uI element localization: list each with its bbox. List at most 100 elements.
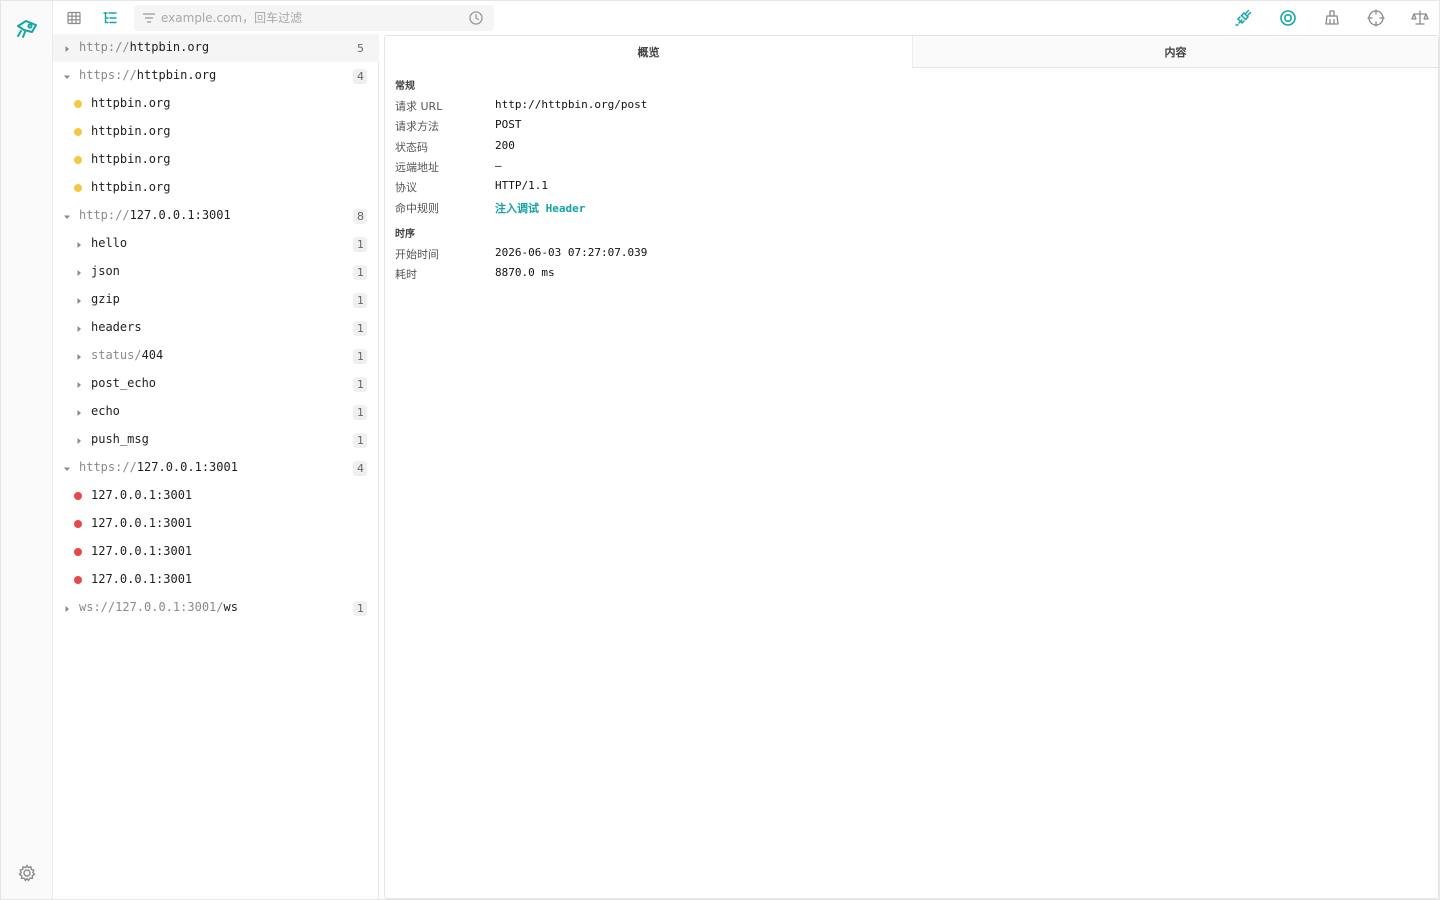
tree-label: ws://127.0.0.1:3001/ws bbox=[79, 600, 238, 614]
tree-path[interactable]: hello 1 bbox=[53, 230, 379, 258]
caret-down-icon[interactable] bbox=[62, 463, 72, 473]
field-value: – bbox=[495, 158, 502, 172]
caret-right-icon[interactable] bbox=[74, 239, 84, 249]
tree-path-name: json bbox=[91, 264, 120, 278]
field-label: 远端地址 bbox=[395, 160, 439, 174]
tree-scheme: ws:// bbox=[79, 600, 116, 614]
status-dot-red bbox=[74, 492, 82, 500]
tree-host: 127.0.0.1:3001 bbox=[129, 208, 231, 222]
tree-leaf[interactable]: 127.0.0.1:3001 bbox=[53, 510, 379, 538]
tree-label: post_echo bbox=[91, 376, 156, 390]
tree-path[interactable]: json 1 bbox=[53, 258, 379, 286]
tree-path[interactable]: gzip 1 bbox=[53, 286, 379, 314]
tree-path-name: echo bbox=[91, 404, 120, 418]
tree-leaf[interactable]: 127.0.0.1:3001 bbox=[53, 566, 379, 594]
tree-host: httpbin.org bbox=[136, 68, 217, 82]
filter-box bbox=[134, 5, 494, 31]
tree-leaf[interactable]: httpbin.org bbox=[53, 118, 379, 146]
status-dot-red bbox=[74, 520, 82, 528]
status-dot-red bbox=[74, 548, 82, 556]
table-view-icon[interactable] bbox=[64, 8, 84, 28]
caret-right-icon[interactable] bbox=[62, 603, 72, 613]
matched-rule-link[interactable]: 注入调试 Header bbox=[495, 200, 585, 216]
detail-panel: 概览 内容 常规请求 URL http://httpbin.org/post 请求方… bbox=[384, 35, 1439, 899]
tree-label: status/404 bbox=[91, 348, 163, 362]
count-badge: 1 bbox=[353, 405, 367, 420]
tree-group[interactable]: https://127.0.0.1:3001 4 bbox=[53, 454, 379, 482]
field-label: 请求 URL bbox=[395, 100, 443, 113]
detail-tabs: 概览 内容 bbox=[385, 36, 1438, 68]
tab-content[interactable]: 内容 bbox=[912, 36, 1438, 68]
record-icon[interactable] bbox=[1278, 8, 1298, 28]
tree-group[interactable]: https://httpbin.org 4 bbox=[53, 62, 379, 90]
tree-path[interactable]: headers 1 bbox=[53, 314, 379, 342]
tree-leaf[interactable]: httpbin.org bbox=[53, 146, 379, 174]
tree-path[interactable]: status/404 1 bbox=[53, 342, 379, 370]
count-badge: 1 bbox=[353, 377, 367, 392]
tree-label: echo bbox=[91, 404, 120, 418]
caret-down-icon[interactable] bbox=[62, 211, 72, 221]
count-badge: 1 bbox=[353, 433, 367, 448]
field-label: 状态码 bbox=[395, 140, 428, 154]
field-value: 200 bbox=[495, 138, 515, 152]
tree-path[interactable]: post_echo 1 bbox=[53, 370, 379, 398]
caret-right-icon[interactable] bbox=[62, 43, 72, 53]
tree-label: gzip bbox=[91, 292, 120, 306]
filter-icon bbox=[141, 10, 157, 26]
field-value: http://httpbin.org/post bbox=[495, 98, 648, 111]
caret-right-icon[interactable] bbox=[74, 435, 84, 445]
tree-label: 127.0.0.1:3001 bbox=[91, 544, 193, 558]
tree-label: push_msg bbox=[91, 432, 149, 446]
count-badge: 1 bbox=[353, 321, 367, 336]
tree-group[interactable]: http://127.0.0.1:3001 8 bbox=[53, 202, 379, 230]
field-label: 命中规则 bbox=[395, 201, 439, 215]
crosshair-icon[interactable] bbox=[1366, 8, 1386, 28]
tree-scheme: http:// bbox=[79, 40, 130, 54]
status-dot-yellow bbox=[74, 184, 82, 192]
count-badge: 4 bbox=[353, 461, 367, 476]
timing-section-title: 时序 bbox=[395, 229, 415, 240]
field-label: 请求方法 bbox=[395, 120, 439, 134]
caret-right-icon[interactable] bbox=[74, 379, 84, 389]
tree-path-name: hello bbox=[91, 236, 128, 250]
scale-icon[interactable] bbox=[1410, 8, 1430, 28]
field-value: HTTP/1.1 bbox=[495, 179, 548, 193]
tree-path[interactable]: push_msg 1 bbox=[53, 426, 379, 454]
tree-path-name: gzip bbox=[91, 292, 120, 306]
field-label: 耗时 bbox=[395, 268, 417, 282]
history-icon[interactable] bbox=[468, 10, 484, 26]
tree-view-icon[interactable] bbox=[100, 8, 120, 28]
broom-icon[interactable] bbox=[1322, 8, 1342, 28]
tree-leaf[interactable]: 127.0.0.1:3001 bbox=[53, 538, 379, 566]
caret-down-icon[interactable] bbox=[62, 71, 72, 81]
tree-label: json bbox=[91, 264, 120, 278]
tree-host-prefix: 127.0.0.1:3001/ bbox=[115, 600, 224, 614]
field-value: 2026-06-03 07:27:07.039 bbox=[495, 246, 648, 259]
plug-icon[interactable] bbox=[1233, 8, 1253, 28]
caret-right-icon[interactable] bbox=[74, 295, 84, 305]
count-badge: 1 bbox=[353, 293, 367, 308]
tree-group[interactable]: ws://127.0.0.1:3001/ws 1 bbox=[53, 594, 379, 622]
tree-leaf[interactable]: httpbin.org bbox=[53, 174, 379, 202]
caret-right-icon[interactable] bbox=[74, 351, 84, 361]
tree-group[interactable]: http://httpbin.org 5 bbox=[53, 34, 379, 62]
tree-leaf[interactable]: httpbin.org bbox=[53, 90, 379, 118]
count-badge: 4 bbox=[353, 69, 367, 84]
general-section-title: 常规 bbox=[395, 81, 415, 92]
tree-scheme: http:// bbox=[79, 208, 130, 222]
status-dot-yellow bbox=[74, 128, 82, 136]
filter-input[interactable] bbox=[161, 5, 461, 31]
tree-path[interactable]: echo 1 bbox=[53, 398, 379, 426]
rocket-icon[interactable] bbox=[14, 15, 40, 41]
caret-right-icon[interactable] bbox=[74, 267, 84, 277]
caret-right-icon[interactable] bbox=[74, 323, 84, 333]
tree-label: hello bbox=[91, 236, 127, 250]
status-dot-yellow bbox=[74, 156, 82, 164]
tree-leaf[interactable]: 127.0.0.1:3001 bbox=[53, 482, 379, 510]
gear-icon[interactable] bbox=[17, 863, 37, 883]
status-dot-yellow bbox=[74, 100, 82, 108]
caret-right-icon[interactable] bbox=[74, 407, 84, 417]
tab-overview[interactable]: 概览 bbox=[385, 36, 912, 68]
tree-label: 127.0.0.1:3001 bbox=[91, 572, 193, 586]
tree-label: httpbin.org bbox=[91, 152, 171, 166]
